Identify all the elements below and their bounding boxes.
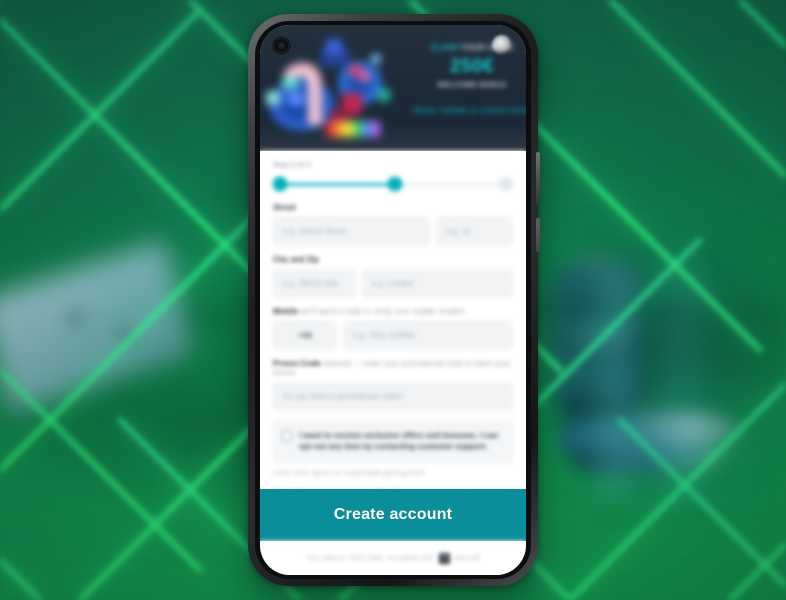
- banner-bonus-amount: 250€: [449, 56, 495, 77]
- stepper-dot-1[interactable]: [273, 177, 287, 191]
- phone-mockup: CLAIM YOUR UP TO 250€ WELCOME BONUS READ…: [248, 14, 540, 586]
- phone-bezel: CLAIM YOUR UP TO 250€ WELCOME BONUS READ…: [255, 21, 531, 579]
- create-account-button[interactable]: Create account: [260, 489, 526, 541]
- footer-text: Your data is 100% safe, encrypted and: [306, 554, 434, 562]
- city-input[interactable]: e.g. London: [361, 269, 513, 298]
- responsible-gaming-link[interactable]: Learn more about our responsible gaming …: [273, 470, 513, 477]
- stepper-progress-fill: [280, 183, 396, 186]
- screen-glare: [492, 35, 512, 55]
- marketing-consent-row[interactable]: I want to receive exclusive offers and b…: [273, 420, 513, 463]
- security-footer: Your data is 100% safe, encrypted and se…: [260, 541, 526, 575]
- registration-stepper[interactable]: [273, 177, 513, 193]
- street-section: Street e.g. Oxford Street e.g. 12: [273, 203, 513, 246]
- street-name-input[interactable]: e.g. Oxford Street: [273, 217, 430, 246]
- stepper-dot-3[interactable]: [499, 177, 513, 191]
- marketing-consent-checkbox[interactable]: [282, 431, 292, 441]
- street-label: Street: [273, 203, 296, 212]
- phone-screen: CLAIM YOUR UP TO 250€ WELCOME BONUS READ…: [260, 25, 526, 575]
- banner-eyebrow-highlight: CLAIM: [430, 43, 458, 52]
- marketing-consent-text: I want to receive exclusive offers and b…: [299, 431, 499, 452]
- registration-form: Step 2 of 3 Street e.g. Oxford Street e.…: [260, 151, 526, 506]
- promo-banner[interactable]: CLAIM YOUR UP TO 250€ WELCOME BONUS READ…: [260, 25, 526, 151]
- punch-hole-camera-icon: [274, 38, 289, 53]
- volume-rocker-button[interactable]: [536, 152, 540, 204]
- zip-code-input[interactable]: e.g. SW1A 1AA: [273, 269, 356, 298]
- lock-shield-icon: [438, 552, 450, 564]
- city-section: City and Zip e.g. SW1A 1AA e.g. London: [273, 255, 513, 298]
- country-code-select[interactable]: +44: [273, 321, 337, 350]
- street-row: e.g. Oxford Street e.g. 12: [273, 217, 513, 246]
- footer-text-after: secured: [454, 554, 480, 562]
- banner-subtitle: WELCOME BONUS: [437, 81, 507, 89]
- promo-label-main: Promo Code: [273, 359, 321, 368]
- stepper-dot-2[interactable]: [388, 177, 403, 191]
- promo-section: Promo Code optional — enter your promoti…: [273, 359, 513, 411]
- footer-divider: [260, 541, 526, 542]
- mobile-label-note: we'll send a code to verify your mobile …: [300, 307, 465, 316]
- mobile-number-input[interactable]: e.g. 7911 123456: [343, 321, 513, 350]
- city-row: e.g. SW1A 1AA e.g. London: [273, 269, 513, 298]
- stepper-label: Step 2 of 3: [273, 162, 311, 169]
- city-zip-label: City and Zip: [273, 255, 319, 264]
- banner-offer-text: CLAIM YOUR UP TO 250€ WELCOME BONUS READ…: [408, 43, 526, 115]
- mobile-label: Mobile we'll send a code to verify your …: [273, 307, 513, 316]
- mobile-row: +44 e.g. 7911 123456: [273, 321, 513, 350]
- power-button[interactable]: [536, 218, 540, 252]
- mobile-label-main: Mobile: [273, 307, 299, 316]
- house-number-input[interactable]: e.g. 12: [435, 217, 513, 246]
- create-account-label: Create account: [333, 506, 453, 523]
- banner-terms-link[interactable]: READ TERMS & CONDITIONS: [408, 106, 526, 115]
- promo-label: Promo Code optional — enter your promoti…: [273, 359, 513, 377]
- mobile-section: Mobile we'll send a code to verify your …: [273, 307, 513, 350]
- promo-code-input[interactable]: Do you have a promotional code?: [273, 382, 513, 411]
